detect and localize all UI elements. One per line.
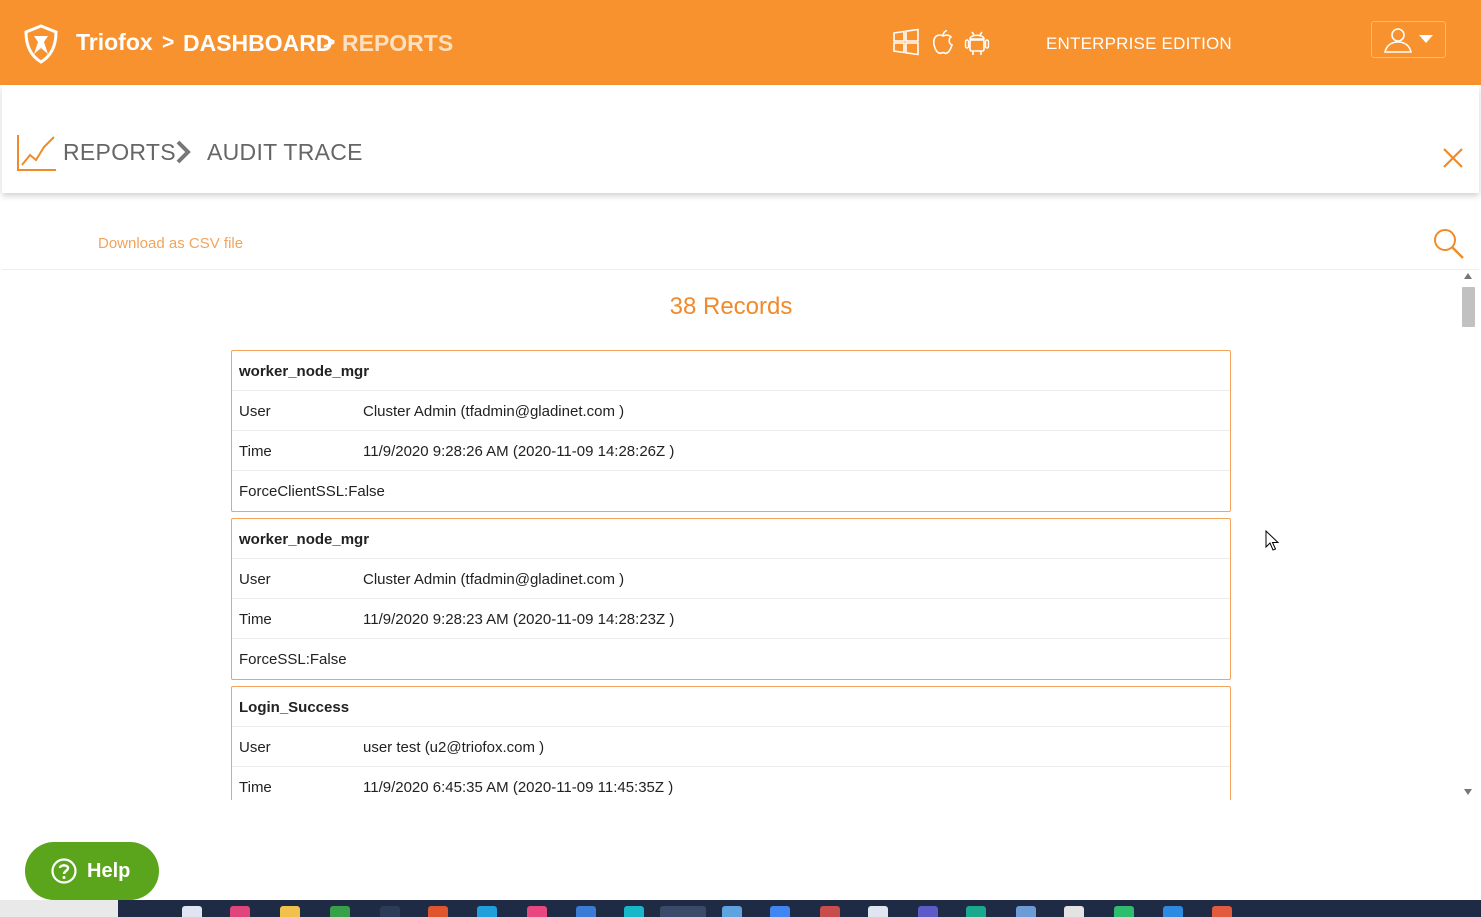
record-title-row: Login_Success	[232, 687, 1230, 727]
breadcrumb-separator: >	[323, 31, 336, 54]
chevron-right-icon	[176, 140, 191, 164]
record-time-label: Time	[239, 611, 272, 628]
record-detail-row: ForceSSL:False	[232, 639, 1230, 679]
taskbar-app-icon[interactable]	[527, 906, 547, 917]
record-time-value: 11/9/2020 6:45:35 AM (2020-11-09 11:45:3…	[363, 779, 674, 796]
scroll-down-arrow-icon[interactable]	[1464, 789, 1472, 795]
question-circle-icon	[51, 858, 77, 884]
record-detail: ForceClientSSL:False	[239, 483, 385, 500]
triofox-logo-icon[interactable]	[22, 24, 60, 64]
taskbar-app-icon[interactable]	[918, 906, 938, 917]
record-user-row: User Cluster Admin (tfadmin@gladinet.com…	[232, 391, 1230, 431]
record-title: worker_node_mgr	[239, 531, 370, 548]
taskbar-app-icon[interactable]	[722, 906, 742, 917]
taskbar-app-active[interactable]	[660, 906, 706, 917]
breadcrumb-separator: >	[162, 31, 175, 54]
audit-record: worker_node_mgr User Cluster Admin (tfad…	[231, 518, 1231, 680]
record-user-row: User user test (u2@triofox.com )	[232, 727, 1230, 767]
os-taskbar	[0, 900, 1481, 917]
windows-icon[interactable]	[891, 27, 921, 57]
help-button[interactable]: Help	[25, 842, 159, 900]
record-time-value: 11/9/2020 9:28:26 AM (2020-11-09 14:28:2…	[363, 443, 675, 460]
taskbar-app-icon[interactable]	[1064, 906, 1084, 917]
chevron-down-icon	[1419, 35, 1433, 43]
taskbar-app-icon[interactable]	[1163, 906, 1183, 917]
scroll-thumb[interactable]	[1462, 287, 1475, 327]
audit-trace-list: 38 Records worker_node_mgr User Cluster …	[2, 271, 1460, 800]
breadcrumb-reports[interactable]: REPORTS	[342, 30, 453, 57]
taskbar-app-icon[interactable]	[868, 906, 888, 917]
record-time-row: Time 11/9/2020 9:28:26 AM (2020-11-09 14…	[232, 431, 1230, 471]
record-user-label: User	[239, 571, 271, 588]
record-time-value: 11/9/2020 9:28:23 AM (2020-11-09 14:28:2…	[363, 611, 675, 628]
taskbar-start-area[interactable]	[0, 900, 118, 917]
android-icon[interactable]	[962, 27, 992, 57]
close-icon[interactable]	[1442, 147, 1464, 169]
user-icon	[1383, 28, 1413, 53]
record-user-value: Cluster Admin (tfadmin@gladinet.com )	[363, 571, 625, 588]
edition-label: ENTERPRISE EDITION	[1046, 34, 1232, 53]
taskbar-app-icon[interactable]	[1212, 906, 1232, 917]
record-title-row: worker_node_mgr	[232, 519, 1230, 559]
taskbar-app-icon[interactable]	[624, 906, 644, 917]
taskbar-app-icon[interactable]	[428, 906, 448, 917]
record-title: Login_Success	[239, 699, 350, 716]
page-title: AUDIT TRACE	[207, 139, 363, 165]
record-user-value: Cluster Admin (tfadmin@gladinet.com )	[363, 403, 625, 420]
taskbar-app-icon[interactable]	[770, 906, 790, 917]
line-chart-icon	[17, 135, 56, 171]
section-title-reports[interactable]: REPORTS	[63, 139, 176, 166]
record-time-label: Time	[239, 779, 272, 796]
taskbar-app-icon[interactable]	[966, 906, 986, 917]
record-user-label: User	[239, 739, 271, 756]
taskbar-app-icon[interactable]	[576, 906, 596, 917]
breadcrumb-dashboard[interactable]: DASHBOARD	[183, 30, 333, 57]
taskbar-app-icon[interactable]	[1016, 906, 1036, 917]
mouse-cursor-icon	[1265, 530, 1280, 551]
report-toolbar: Download as CSV file	[2, 215, 1479, 270]
taskbar-app-icon[interactable]	[1114, 906, 1134, 917]
brand-name[interactable]: Triofox	[76, 29, 153, 56]
record-title-row: worker_node_mgr	[232, 351, 1230, 391]
record-time-row: Time 11/9/2020 6:45:35 AM (2020-11-09 11…	[232, 767, 1230, 800]
taskbar-app-icon[interactable]	[280, 906, 300, 917]
records-count: 38 Records	[669, 293, 793, 320]
taskbar-app-icon[interactable]	[477, 906, 497, 917]
record-detail: ForceSSL:False	[239, 651, 347, 668]
taskbar-app-icon[interactable]	[820, 906, 840, 917]
scroll-up-arrow-icon[interactable]	[1464, 273, 1472, 279]
vertical-scrollbar[interactable]	[1460, 271, 1478, 800]
record-user-value: user test (u2@triofox.com )	[363, 739, 545, 756]
record-detail-row: ForceClientSSL:False	[232, 471, 1230, 511]
apple-icon[interactable]	[928, 27, 958, 57]
download-csv-link[interactable]: Download as CSV file	[98, 235, 243, 252]
record-time-label: Time	[239, 443, 272, 460]
audit-record: worker_node_mgr User Cluster Admin (tfad…	[231, 350, 1231, 512]
record-user-row: User Cluster Admin (tfadmin@gladinet.com…	[232, 559, 1230, 599]
taskbar-app-icon[interactable]	[380, 906, 400, 917]
help-label: Help	[87, 860, 131, 882]
audit-record: Login_Success User user test (u2@triofox…	[231, 686, 1231, 800]
search-icon[interactable]	[1432, 227, 1466, 261]
user-menu-button[interactable]	[1371, 21, 1446, 58]
taskbar-app-icon[interactable]	[230, 906, 250, 917]
page-header: REPORTS AUDIT TRACE	[2, 85, 1479, 193]
taskbar-app-icon[interactable]	[330, 906, 350, 917]
record-user-label: User	[239, 403, 271, 420]
taskbar-app-icon[interactable]	[182, 906, 202, 917]
record-time-row: Time 11/9/2020 9:28:23 AM (2020-11-09 14…	[232, 599, 1230, 639]
top-header: Triofox > DASHBOARD > REPORTS ENTERPRISE…	[0, 0, 1481, 85]
record-title: worker_node_mgr	[239, 363, 370, 380]
